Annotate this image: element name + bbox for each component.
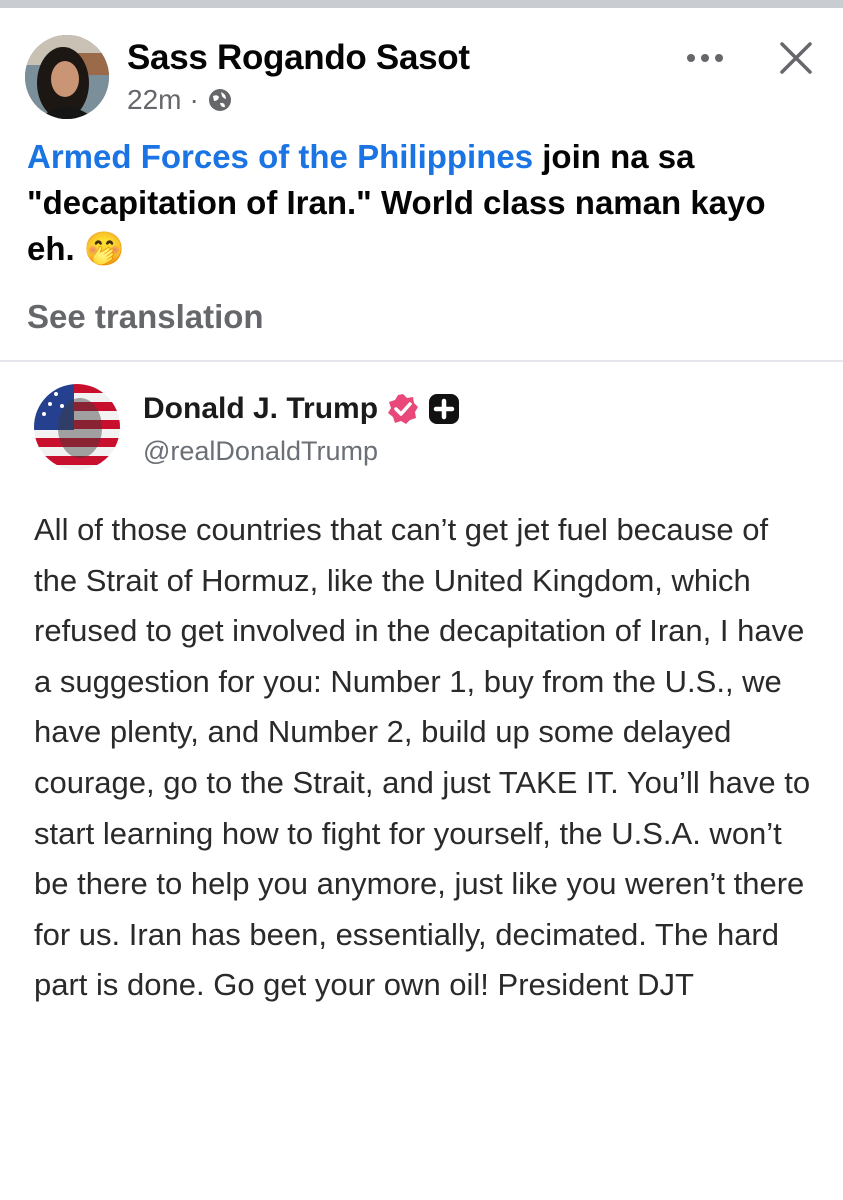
post-meta: 22m · [127, 84, 233, 116]
meta-separator: · [189, 84, 199, 115]
more-options-button[interactable] [683, 40, 727, 76]
quoted-author-header: Donald J. Trump [143, 392, 460, 426]
top-edge-bar [0, 0, 843, 8]
verified-badge-icon [388, 394, 419, 424]
author-avatar[interactable] [25, 35, 109, 119]
hand-over-mouth-emoji: 🤭 [83, 230, 125, 267]
quoted-post-body: All of those countries that can’t get je… [34, 512, 811, 1003]
post-timestamp[interactable]: 22m [127, 84, 181, 116]
more-dots-icon [687, 54, 723, 62]
author-photo [25, 35, 109, 119]
globe-icon [208, 89, 231, 111]
mention-link[interactable]: Armed Forces of the Philippines [27, 138, 533, 175]
close-icon [780, 42, 812, 74]
flag-portrait-image [34, 384, 120, 470]
author-name[interactable]: Sass Rogando Sasot [127, 38, 470, 78]
quoted-author-avatar[interactable] [34, 384, 120, 470]
plus-badge-icon [429, 394, 460, 424]
close-button[interactable] [774, 36, 818, 80]
see-translation-link[interactable]: See translation [27, 298, 264, 336]
post-text: Armed Forces of the Philippines join na … [27, 134, 817, 272]
divider [0, 360, 843, 362]
quoted-author-handle[interactable]: @realDonaldTrump [143, 436, 378, 467]
quoted-author-name[interactable]: Donald J. Trump [143, 392, 378, 426]
post-header: Sass Rogando Sasot 22m · [0, 30, 843, 130]
